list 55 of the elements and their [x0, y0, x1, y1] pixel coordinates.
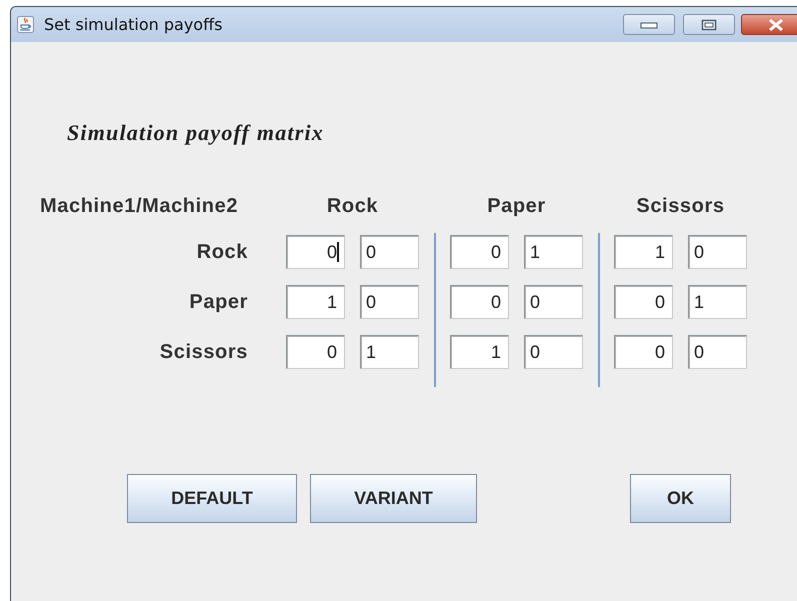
payoff-field[interactable]: 0	[360, 235, 419, 269]
cup-icon	[17, 16, 34, 33]
payoff-field[interactable]: 1	[360, 335, 419, 369]
payoff-field[interactable]: 0	[614, 335, 673, 369]
row-label: Rock	[196, 240, 248, 264]
field-text: 0	[366, 242, 378, 262]
variant-button[interactable]: VARIANT	[310, 474, 477, 523]
payoff-field[interactable]: 0	[286, 335, 345, 369]
payoff-field[interactable]: 0	[524, 335, 583, 369]
field-text: 0	[654, 342, 666, 362]
field-text: 1	[530, 242, 542, 262]
field-text: 1	[326, 292, 338, 312]
field-text: 0	[530, 292, 542, 312]
field-text: 1	[654, 242, 666, 262]
payoff-field[interactable]: 0	[688, 335, 747, 369]
payoff-field[interactable]: 0	[524, 285, 583, 319]
row-label: Scissors	[160, 340, 248, 364]
field-text: 1	[366, 342, 378, 362]
ok-button[interactable]: OK	[630, 474, 731, 523]
payoff-field[interactable]: 0	[360, 285, 419, 319]
maximize-icon	[701, 18, 717, 30]
column-header: Scissors	[636, 194, 725, 218]
field-text: 0	[654, 292, 666, 312]
payoff-field[interactable]: 0	[614, 285, 673, 319]
field-text: 0	[490, 242, 502, 262]
row-label: Paper	[189, 290, 248, 314]
maximize-button[interactable]	[683, 14, 735, 35]
payoff-field[interactable]: 1	[450, 335, 509, 369]
field-text: 0	[694, 342, 706, 362]
payoff-field[interactable]: 0	[450, 285, 509, 319]
minimize-button[interactable]	[623, 14, 675, 35]
matrix-heading: Simulation payoff matrix	[67, 120, 324, 146]
payoff-field[interactable]: 1	[286, 285, 345, 319]
column-header: Paper	[487, 194, 546, 218]
field-text: 0	[694, 242, 706, 262]
payoff-field[interactable]: 1	[688, 285, 747, 319]
field-text: 0	[530, 342, 542, 362]
payoff-field[interactable]: 1	[614, 235, 673, 269]
field-text: 0	[490, 292, 502, 312]
column-header: Rock	[326, 194, 378, 218]
field-text: 0	[326, 242, 339, 262]
minimize-icon	[640, 20, 658, 28]
field-text: 1	[490, 342, 502, 362]
window-title: Set simulation payoffs	[44, 15, 222, 34]
default-button[interactable]: DEFAULT	[127, 474, 297, 523]
field-text: 0	[366, 292, 378, 312]
payoff-field[interactable]: 0	[450, 235, 509, 269]
field-text: 0	[326, 342, 338, 362]
payoff-field[interactable]: 1	[524, 235, 583, 269]
close-icon	[767, 18, 785, 32]
payoff-field[interactable]: 0	[286, 235, 345, 269]
payoff-field[interactable]: 0	[688, 235, 747, 269]
corner-label: Machine1/Machine2	[40, 194, 238, 218]
field-text: 1	[694, 292, 706, 312]
close-button[interactable]	[741, 14, 797, 35]
